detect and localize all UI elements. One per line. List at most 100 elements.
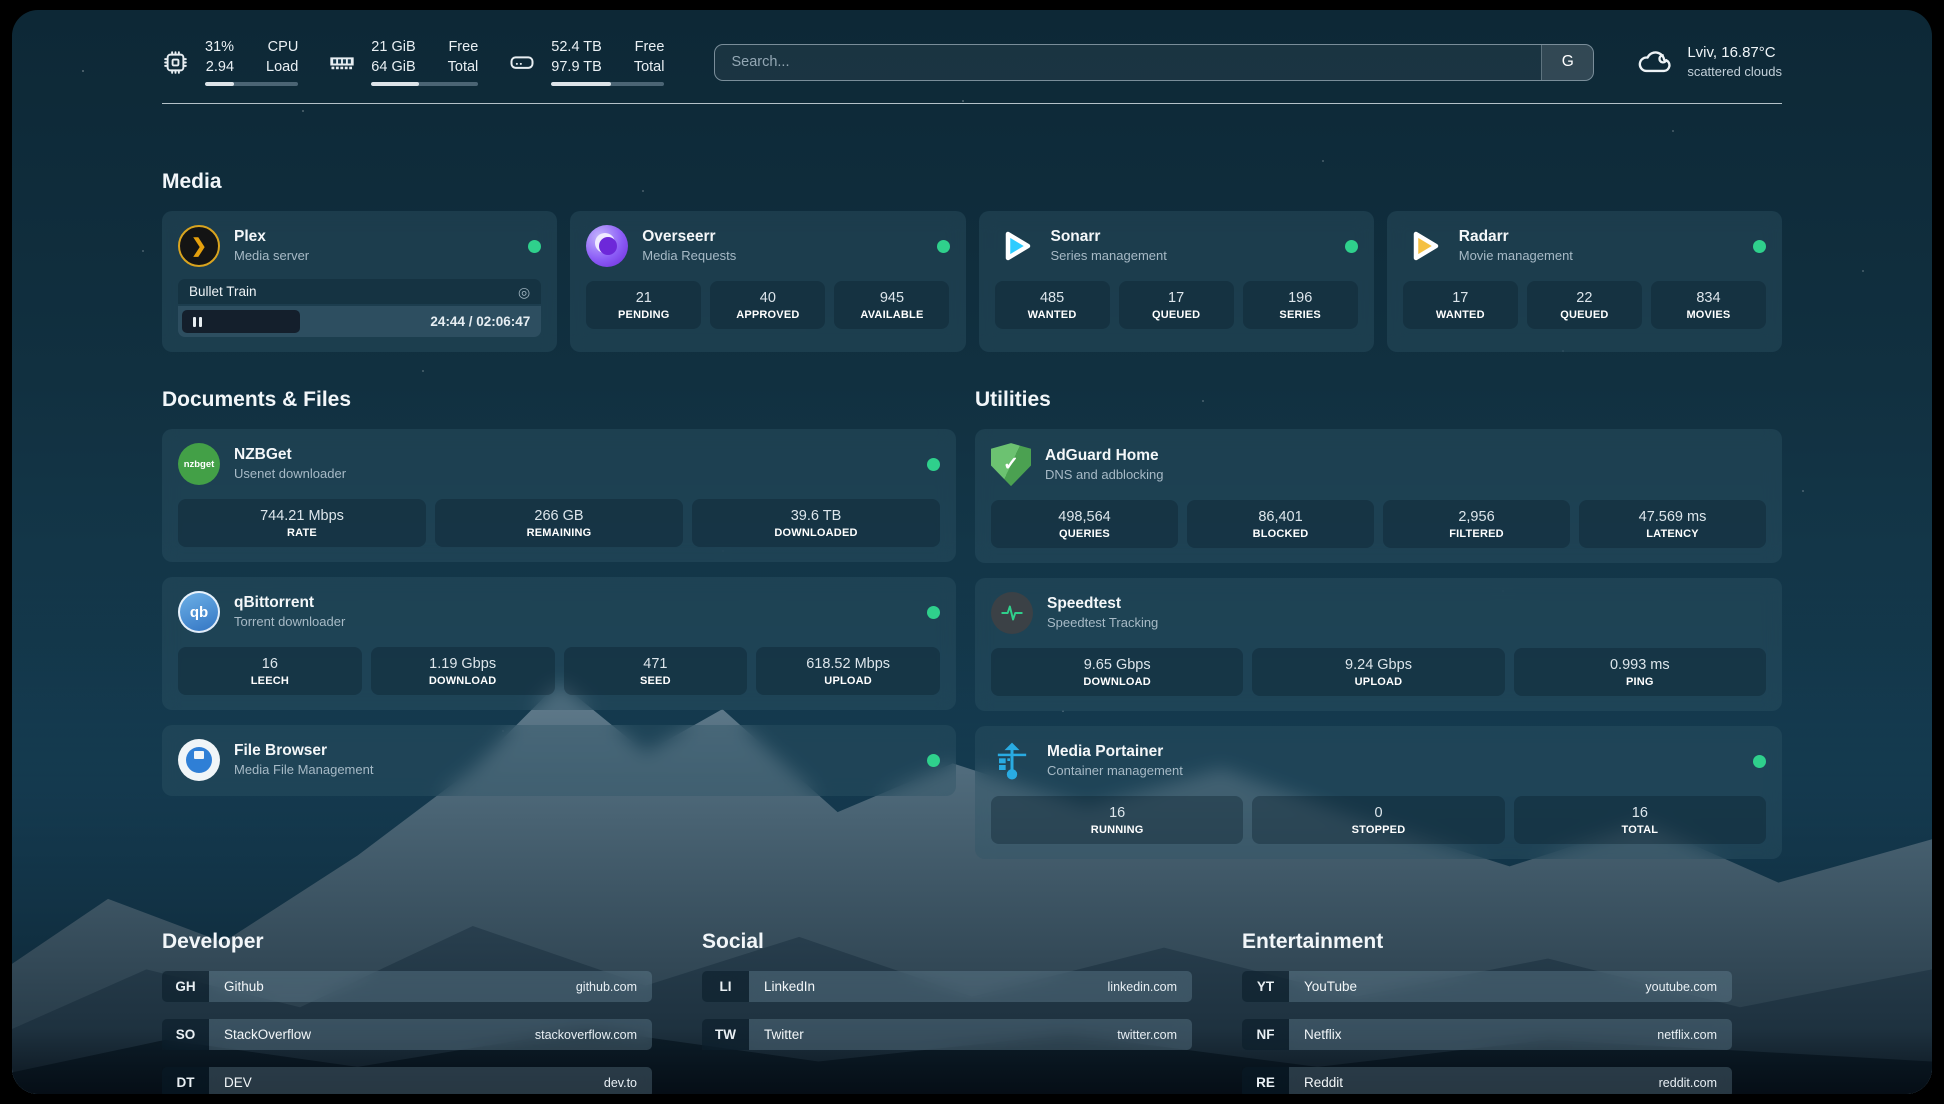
bookmark-stackoverflow[interactable]: SO StackOverflow stackoverflow.com — [162, 1019, 652, 1050]
bookmark-twitter[interactable]: TW Twitter twitter.com — [702, 1019, 1192, 1050]
portainer-icon — [991, 740, 1033, 782]
now-playing-icon[interactable]: ◎ — [518, 285, 530, 299]
section-title-social: Social — [702, 930, 1192, 954]
service-description: Series management — [1051, 248, 1167, 265]
service-name: Overseerr — [642, 227, 736, 247]
bookmark-dev[interactable]: DT DEV dev.to — [162, 1067, 652, 1094]
stat-download: 1.19 Gbps DOWNLOAD — [371, 647, 555, 695]
bookmark-netflix[interactable]: NF Netflix netflix.com — [1242, 1019, 1732, 1050]
header-divider — [162, 103, 1782, 104]
service-name: File Browser — [234, 741, 373, 761]
stat-upload: 618.52 Mbps UPLOAD — [756, 647, 940, 695]
cpu-progress-bar — [205, 82, 298, 86]
disk-free-label: Free — [634, 38, 665, 58]
stat-upload: 9.24 Gbps UPLOAD — [1252, 648, 1504, 696]
stat-queued: 22 QUEUED — [1527, 281, 1642, 329]
bookmark-group-social: Social LI LinkedIn linkedin.com TW Twitt… — [702, 930, 1192, 1094]
service-name: Sonarr — [1051, 227, 1167, 247]
disk-total-value: 97.9 TB — [551, 58, 602, 78]
bookmark-abbr: NF — [1242, 1019, 1289, 1050]
memory-progress-bar — [371, 82, 478, 86]
section-title-media: Media — [162, 170, 1782, 194]
weather-condition: scattered clouds — [1687, 63, 1782, 81]
section-title-entertainment: Entertainment — [1242, 930, 1732, 954]
cloud-icon — [1636, 44, 1674, 81]
bookmark-url: youtube.com — [1645, 980, 1717, 994]
search-input[interactable] — [715, 45, 1541, 80]
pause-button[interactable] — [182, 310, 300, 333]
cpu-usage-label: CPU — [266, 38, 298, 58]
memory-widget: 21 GiB Free 64 GiB Total — [328, 38, 478, 86]
service-description: Movie management — [1459, 248, 1573, 265]
snow-specks — [82, 70, 84, 72]
service-name: Plex — [234, 227, 309, 247]
qbittorrent-icon: qb — [178, 591, 220, 633]
service-card-plex[interactable]: ❯ Plex Media server Bullet Train ◎ — [162, 211, 557, 352]
service-card-portainer[interactable]: Media Portainer Container management 16 … — [975, 726, 1782, 859]
disk-total-label: Total — [634, 58, 665, 78]
service-card-speedtest[interactable]: Speedtest Speedtest Tracking 9.65 Gbps D… — [975, 578, 1782, 711]
service-description: Usenet downloader — [234, 466, 346, 483]
bookmark-url: stackoverflow.com — [535, 1028, 637, 1042]
section-utilities: Utilities ✓ AdGuard Home DNS and adblock… — [975, 388, 1782, 874]
section-title-documents: Documents & Files — [162, 388, 956, 412]
bookmark-label: Twitter — [764, 1027, 804, 1042]
service-name: Speedtest — [1047, 594, 1158, 614]
bookmark-url: linkedin.com — [1108, 980, 1177, 994]
service-name: qBittorrent — [234, 593, 345, 613]
service-card-sonarr[interactable]: Sonarr Series management 485 WANTED 17 Q… — [979, 211, 1374, 352]
service-card-nzbget[interactable]: nzbget NZBGet Usenet downloader 744.21 M… — [162, 429, 956, 562]
top-bar: 31% CPU 2.94 Load — [162, 10, 1782, 86]
plex-icon: ❯ — [178, 225, 220, 267]
status-dot — [1753, 240, 1766, 253]
stat-remaining: 266 GB REMAINING — [435, 499, 683, 547]
search-provider-button[interactable]: G — [1541, 45, 1593, 80]
service-card-filebrowser[interactable]: File Browser Media File Management — [162, 725, 956, 796]
section-title-developer: Developer — [162, 930, 652, 954]
bookmark-abbr: DT — [162, 1067, 209, 1094]
memory-total-label: Total — [448, 58, 479, 78]
bookmark-github[interactable]: GH Github github.com — [162, 971, 652, 1002]
stat-queries: 498,564 QUERIES — [991, 500, 1178, 548]
stat-pending: 21 PENDING — [586, 281, 701, 329]
overseerr-icon — [586, 225, 628, 267]
status-dot — [1753, 755, 1766, 768]
bookmark-url: twitter.com — [1117, 1028, 1177, 1042]
status-dot — [927, 606, 940, 619]
stat-seed: 471 SEED — [564, 647, 748, 695]
stat-approved: 40 APPROVED — [710, 281, 825, 329]
service-card-qbittorrent[interactable]: qb qBittorrent Torrent downloader 16 LEE… — [162, 577, 956, 710]
stat-blocked: 86,401 BLOCKED — [1187, 500, 1374, 548]
service-name: AdGuard Home — [1045, 446, 1164, 466]
stat-rate: 744.21 Mbps RATE — [178, 499, 426, 547]
bookmark-label: YouTube — [1304, 979, 1357, 994]
service-name: Media Portainer — [1047, 742, 1183, 762]
bookmark-linkedin[interactable]: LI LinkedIn linkedin.com — [702, 971, 1192, 1002]
stat-queued: 17 QUEUED — [1119, 281, 1234, 329]
now-playing-title: Bullet Train — [189, 284, 257, 299]
weather-location-temp: Lviv, 16.87°C — [1687, 42, 1782, 63]
stat-filtered: 2,956 FILTERED — [1383, 500, 1570, 548]
section-documents: Documents & Files nzbget NZBGet Usenet d… — [162, 388, 956, 811]
bookmark-label: LinkedIn — [764, 979, 815, 994]
bookmark-url: reddit.com — [1659, 1076, 1717, 1090]
nzbget-icon: nzbget — [178, 443, 220, 485]
service-description: Media File Management — [234, 762, 373, 779]
memory-icon — [328, 48, 356, 76]
service-card-overseerr[interactable]: Overseerr Media Requests 21 PENDING 40 A… — [570, 211, 965, 352]
bookmark-abbr: SO — [162, 1019, 209, 1050]
service-card-adguard[interactable]: ✓ AdGuard Home DNS and adblocking 498,56… — [975, 429, 1782, 563]
cpu-load-label: Load — [266, 58, 298, 78]
bookmark-abbr: RE — [1242, 1067, 1289, 1094]
service-description: DNS and adblocking — [1045, 467, 1164, 484]
filebrowser-icon — [178, 739, 220, 781]
dashboard-frame: 31% CPU 2.94 Load — [12, 10, 1932, 1094]
cpu-usage-value: 31% — [205, 38, 234, 58]
search-bar[interactable]: G — [714, 44, 1594, 81]
stat-running: 16 RUNNING — [991, 796, 1243, 844]
service-description: Container management — [1047, 763, 1183, 780]
service-description: Media Requests — [642, 248, 736, 265]
bookmark-reddit[interactable]: RE Reddit reddit.com — [1242, 1067, 1732, 1094]
bookmark-youtube[interactable]: YT YouTube youtube.com — [1242, 971, 1732, 1002]
service-card-radarr[interactable]: Radarr Movie management 17 WANTED 22 QUE… — [1387, 211, 1782, 352]
